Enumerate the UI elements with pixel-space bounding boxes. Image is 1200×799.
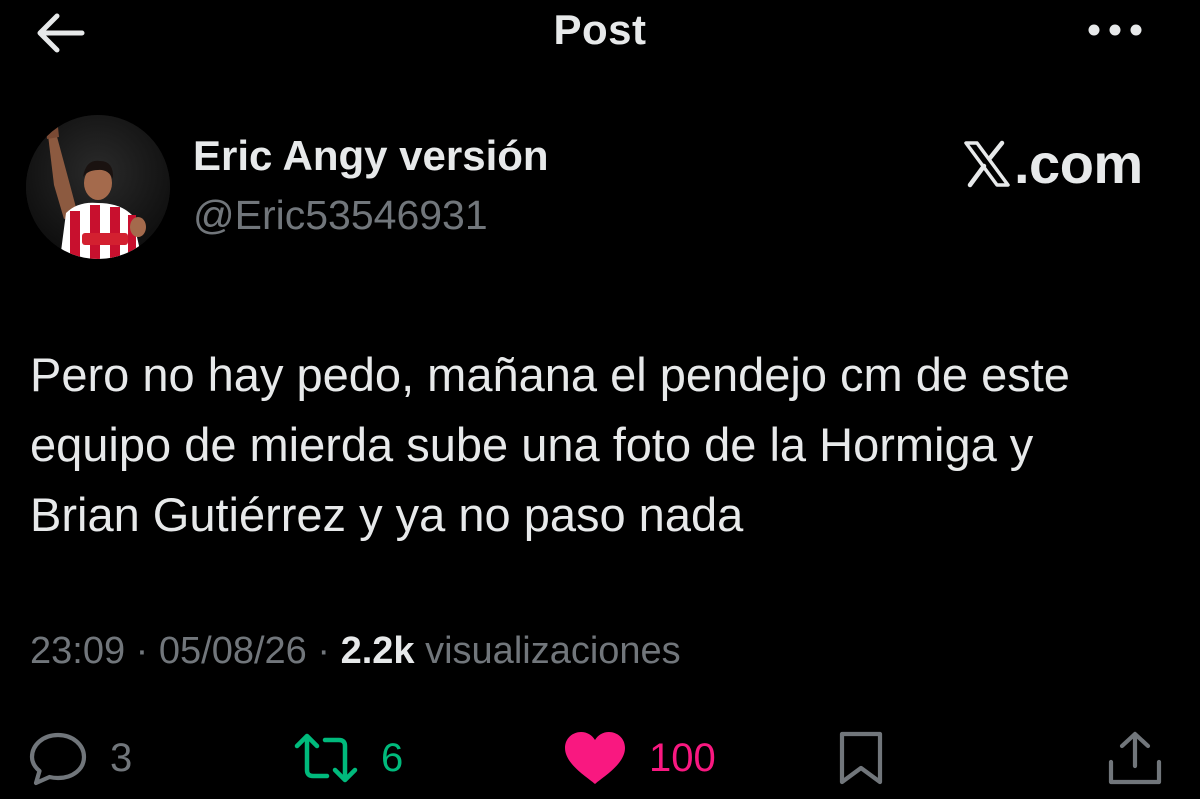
top-bar: Post: [0, 0, 1200, 70]
post-screen: Post Eric Angy versión @Eric53546931 .co…: [0, 0, 1200, 799]
like-button[interactable]: 100: [563, 730, 716, 786]
author-name[interactable]: Eric Angy versión: [193, 132, 549, 180]
tweet-time: 23:09: [30, 630, 126, 672]
views-count[interactable]: 2.2k: [341, 630, 415, 672]
brand-text: .com: [1014, 132, 1143, 195]
heart-icon: [565, 732, 625, 784]
views-label: visualizaciones: [414, 630, 681, 672]
share-icon: [1108, 731, 1162, 785]
x-logo-icon: [964, 140, 1010, 188]
tweet-date: 05/08/26: [158, 630, 307, 672]
bookmark-button[interactable]: [833, 730, 889, 786]
reply-button[interactable]: 3: [28, 730, 132, 786]
share-button[interactable]: [1105, 730, 1165, 786]
meta-separator: ·: [125, 630, 159, 672]
tweet-text: Pero no hay pedo, mañana el pendejo cm d…: [30, 348, 1070, 541]
more-options-button[interactable]: [1082, 10, 1148, 50]
page-title: Post: [553, 6, 647, 53]
meta-separator-2: ·: [306, 630, 341, 672]
retweet-icon: [294, 733, 358, 783]
reply-count: 3: [110, 735, 133, 780]
reply-icon: [29, 732, 87, 786]
like-count: 100: [649, 735, 716, 780]
author-handle[interactable]: @Eric53546931: [193, 192, 488, 239]
avatar[interactable]: [26, 115, 170, 259]
tweet-meta: 23:09 · 05/08/26 · 2.2k visualizaciones: [30, 630, 681, 673]
more-horizontal-icon: [1088, 24, 1142, 36]
x-com-logo: .com: [962, 134, 1143, 194]
retweet-button[interactable]: 6: [293, 730, 403, 786]
bookmark-icon: [839, 731, 883, 785]
avatar-photo: [26, 115, 170, 259]
retweet-count: 6: [381, 735, 404, 780]
action-bar: 3 6 100: [0, 720, 1200, 795]
